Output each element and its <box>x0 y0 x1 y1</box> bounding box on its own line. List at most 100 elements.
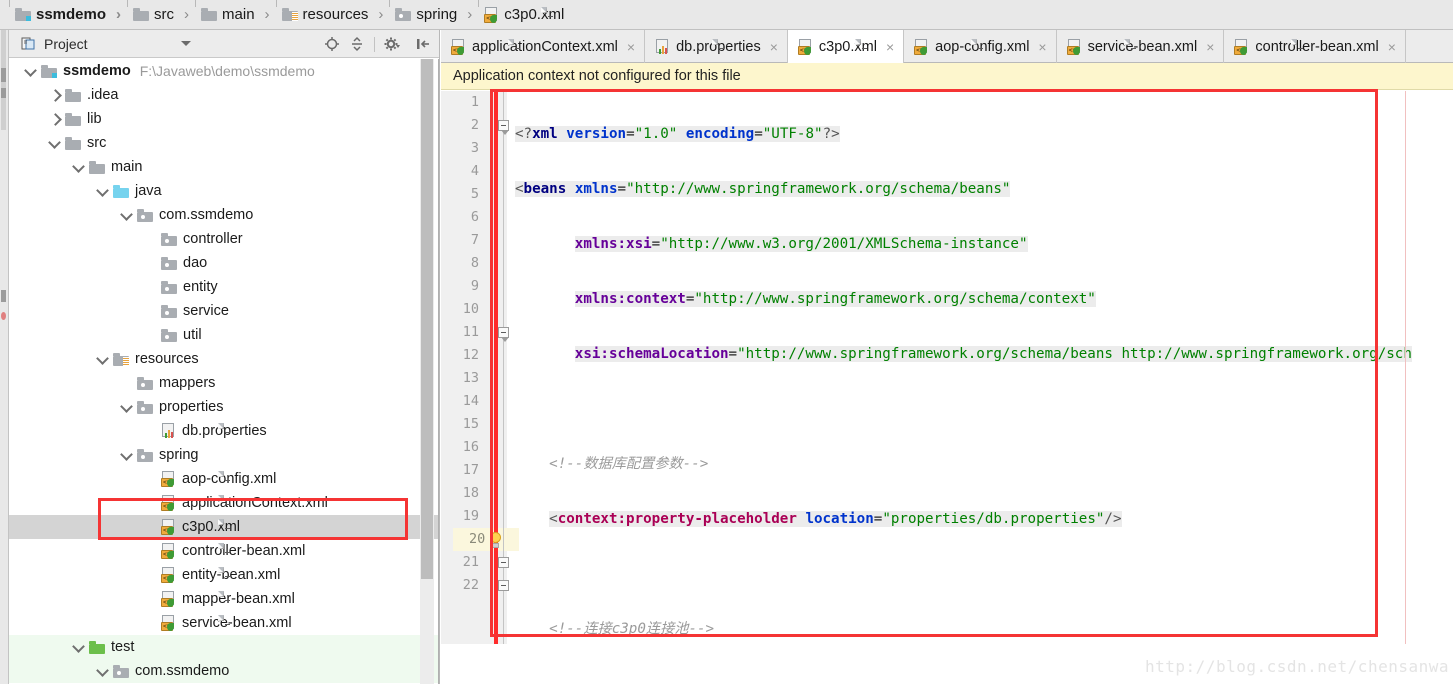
code-line-9[interactable] <box>507 563 1453 586</box>
locate-icon[interactable] <box>324 36 340 52</box>
code-line-7[interactable]: <!--数据库配置参数--> <box>507 453 1453 476</box>
xml-file-icon: <> <box>797 38 867 55</box>
tree-item-mapper-bean-xml[interactable]: <> mapper-bean.xml <box>9 587 439 611</box>
chevron-right-icon[interactable] <box>47 111 63 127</box>
close-icon[interactable]: × <box>627 40 635 54</box>
tab-label: db.properties <box>676 38 761 55</box>
left-tool-strip[interactable] <box>0 30 9 684</box>
tab-applicationContext-xml[interactable]: <> applicationContext.xml × <box>441 30 646 63</box>
tree-item-main[interactable]: main <box>9 155 439 179</box>
folder-icon <box>395 8 412 21</box>
tree-item-db-properties[interactable]: db.properties <box>9 419 439 443</box>
code-line-5[interactable]: xsi:schemaLocation="http://www.springfra… <box>507 343 1453 366</box>
breadcrumb-item-ssmdemo[interactable]: ssmdemo › <box>9 0 127 30</box>
editor-gutter[interactable]: 1 2 3 4 5 6 7 8 9 10 11 12 13 14 15 16 17 18 19 20 21 22 <box>441 91 519 684</box>
close-icon[interactable]: × <box>1388 40 1396 54</box>
code-line-10[interactable]: <!--连接c3p0连接池--> <box>507 618 1453 641</box>
chevron-right-icon[interactable] <box>47 87 63 103</box>
tab-aop-config-xml[interactable]: <> aop-config.xml × <box>904 30 1057 63</box>
chevron-down-icon[interactable] <box>95 351 111 367</box>
tree-item-com-ssmdemo[interactable]: com.ssmdemo <box>9 203 439 227</box>
code-line-6[interactable] <box>507 398 1453 421</box>
tree-item--idea[interactable]: .idea <box>9 83 439 107</box>
tree-item-ssmdemo[interactable]: ssmdemo F:\Javaweb\demo\ssmdemo <box>9 59 439 83</box>
tree-item-resources[interactable]: resources <box>9 347 439 371</box>
tree-item-entity[interactable]: entity <box>9 275 439 299</box>
tree-item-label: .idea <box>87 87 119 103</box>
chevron-down-icon[interactable] <box>71 159 87 175</box>
code-line-1[interactable]: <?xml version="1.0" encoding="UTF-8"?> <box>507 123 1453 146</box>
tab-c3p0-xml[interactable]: <> c3p0.xml × <box>787 30 905 63</box>
chevron-down-icon[interactable] <box>180 41 191 46</box>
intention-bulb-icon[interactable] <box>487 532 504 552</box>
tree-scrollbar-thumb[interactable] <box>421 59 433 579</box>
tree-item-applicationcontext-xml[interactable]: <> applicationContext.xml <box>9 491 439 515</box>
chevron-down-icon[interactable] <box>119 447 135 463</box>
tree-item-controller-bean-xml[interactable]: <> controller-bean.xml <box>9 539 439 563</box>
package-icon <box>137 208 153 222</box>
folder-icon <box>65 112 81 126</box>
code-line-2[interactable]: <beans xmlns="http://www.springframework… <box>507 178 1453 201</box>
chevron-down-icon[interactable] <box>71 639 87 655</box>
chevron-right-icon: › <box>467 6 473 23</box>
tree-item-test[interactable]: test <box>9 635 439 659</box>
breadcrumb: ssmdemo › src › main › resources › sprin… <box>0 0 1453 30</box>
breadcrumb-item-resources[interactable]: resources › <box>275 0 390 30</box>
project-tree[interactable]: ssmdemo F:\Javaweb\demo\ssmdemo .idea lib sr… <box>9 59 439 684</box>
tree-item-controller[interactable]: controller <box>9 227 439 251</box>
chevron-down-icon[interactable] <box>47 135 63 151</box>
breadcrumb-item-c3p0[interactable]: <> c3p0.xml <box>478 0 566 30</box>
breadcrumb-item-src[interactable]: src › <box>127 0 195 30</box>
tab-service-bean-xml[interactable]: <> service-bean.xml × <box>1057 30 1225 63</box>
close-icon[interactable]: × <box>886 40 894 54</box>
tree-item-entity-bean-xml[interactable]: <> entity-bean.xml <box>9 563 439 587</box>
tree-item-label: properties <box>159 399 224 415</box>
tab-controller-bean-xml[interactable]: <> controller-bean.xml × <box>1224 30 1406 63</box>
tree-item-label: spring <box>159 447 199 463</box>
tree-scrollbar[interactable] <box>420 59 434 684</box>
close-icon[interactable]: × <box>1038 40 1046 54</box>
tree-item-service[interactable]: service <box>9 299 439 323</box>
line-number-18: 18 <box>462 485 479 501</box>
code-line-3[interactable]: xmlns:xsi="http://www.w3.org/2001/XMLSch… <box>507 233 1453 256</box>
folder-src-icon <box>15 8 31 21</box>
tree-item-java[interactable]: java <box>9 179 439 203</box>
close-icon[interactable]: × <box>1206 40 1214 54</box>
line-number-11: 11 <box>462 324 479 340</box>
xml-file-icon: <> <box>451 38 520 55</box>
tree-item-src[interactable]: src <box>9 131 439 155</box>
chevron-down-icon[interactable] <box>119 207 135 223</box>
chevron-down-icon[interactable] <box>95 183 111 199</box>
tree-item-util[interactable]: util <box>9 323 439 347</box>
hide-panel-icon[interactable] <box>415 36 431 52</box>
tree-item-c3p0-xml[interactable]: <> c3p0.xml <box>9 515 439 539</box>
tree-item-com-ssmdemo[interactable]: com.ssmdemo <box>9 659 439 683</box>
tree-item-mappers[interactable]: mappers <box>9 371 439 395</box>
xml-file-icon: <> <box>1066 38 1136 55</box>
code-line-4[interactable]: xmlns:context="http://www.springframewor… <box>507 288 1453 311</box>
close-icon[interactable]: × <box>770 40 778 54</box>
chevron-down-icon[interactable] <box>95 663 111 679</box>
toolbar-divider <box>374 36 375 52</box>
collapse-all-icon[interactable] <box>349 36 365 52</box>
tree-item-properties[interactable]: properties <box>9 395 439 419</box>
tab-db-properties[interactable]: db.properties × <box>645 30 788 63</box>
right-margin-guide <box>1405 91 1406 684</box>
breadcrumb-item-spring[interactable]: spring › <box>389 0 478 30</box>
code-line-8[interactable]: <context:property-placeholder location="… <box>507 508 1453 531</box>
chevron-down-icon[interactable] <box>119 399 135 415</box>
folder-icon <box>89 160 105 174</box>
code-editor[interactable]: 1 2 3 4 5 6 7 8 9 10 11 12 13 14 15 16 17 18 19 20 21 22 <?xm… <box>441 91 1453 684</box>
gear-icon[interactable] <box>384 36 406 52</box>
tree-item-service-bean-xml[interactable]: <> service-bean.xml <box>9 611 439 635</box>
tree-item-dao[interactable]: dao <box>9 251 439 275</box>
tree-item-lib[interactable]: lib <box>9 107 439 131</box>
code-content[interactable]: <?xml version="1.0" encoding="UTF-8"?> <… <box>507 91 1453 684</box>
chevron-down-icon[interactable] <box>23 63 39 79</box>
tree-item-aop-config-xml[interactable]: <> aop-config.xml <box>9 467 439 491</box>
tree-item-label: aop-config.xml <box>182 471 277 487</box>
breadcrumb-item-main[interactable]: main › <box>195 0 276 30</box>
tree-item-spring[interactable]: spring <box>9 443 439 467</box>
